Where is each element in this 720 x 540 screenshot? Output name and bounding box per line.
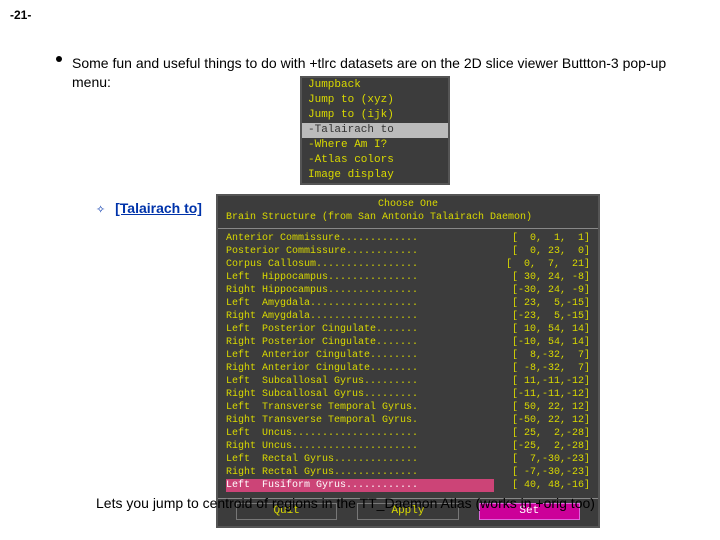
chooser-row-name: Left Amygdala.................. <box>226 297 494 310</box>
sub-bullet: ✧ [Talairach to] <box>96 200 202 216</box>
chooser-row[interactable]: Left Uncus.....................[ 25, 2,-… <box>226 427 590 440</box>
chooser-row-name: Left Hippocampus............... <box>226 271 494 284</box>
chooser-row-coord: [ 10, 54, 14] <box>494 323 590 336</box>
popup-menu-item[interactable]: Jump to (ijk) <box>302 108 448 123</box>
popup-menu: JumpbackJump to (xyz)Jump to (ijk)-Talai… <box>300 76 450 185</box>
popup-menu-item[interactable]: -Atlas colors <box>302 153 448 168</box>
chooser-row[interactable]: Left Subcallosal Gyrus.........[ 11,-11,… <box>226 375 590 388</box>
chooser-row-name: Right Amygdala.................. <box>226 310 494 323</box>
chooser-row-name: Corpus Callosum................. <box>226 258 494 271</box>
after-text: Lets you jump to centroid of regions in … <box>96 494 680 513</box>
chooser-row-coord: [ 0, 7, 21] <box>494 258 590 271</box>
chooser-row-name: Anterior Commissure............. <box>226 232 494 245</box>
chooser-row-name: Left Fusiform Gyrus............ <box>226 479 494 492</box>
chooser-row[interactable]: Left Fusiform Gyrus............[ 40, 48,… <box>226 479 590 492</box>
popup-menu-item[interactable]: -Where Am I? <box>302 138 448 153</box>
chooser-row-name: Left Rectal Gyrus.............. <box>226 453 494 466</box>
chooser-row-coord: [-23, 5,-15] <box>494 310 590 323</box>
chooser-row[interactable]: Left Rectal Gyrus..............[ 7,-30,-… <box>226 453 590 466</box>
chooser-row-name: Left Transverse Temporal Gyrus. <box>226 401 494 414</box>
chooser-row[interactable]: Corpus Callosum.................[ 0, 7, … <box>226 258 590 271</box>
chooser-row-coord: [ 0, 1, 1] <box>494 232 590 245</box>
chooser-row[interactable]: Posterior Commissure............[ 0, 23,… <box>226 245 590 258</box>
chooser-row[interactable]: Right Subcallosal Gyrus.........[-11,-11… <box>226 388 590 401</box>
bullet-icon <box>56 56 62 62</box>
chooser-row[interactable]: Anterior Commissure.............[ 0, 1, … <box>226 232 590 245</box>
chooser-row-coord: [ 23, 5,-15] <box>494 297 590 310</box>
chooser-row[interactable]: Left Amygdala..................[ 23, 5,-… <box>226 297 590 310</box>
chooser-row-coord: [ -8,-32, 7] <box>494 362 590 375</box>
chooser-row-coord: [-25, 2,-28] <box>494 440 590 453</box>
chooser-row-coord: [ 25, 2,-28] <box>494 427 590 440</box>
talairach-to-label: [Talairach to] <box>115 200 202 216</box>
chooser-row-coord: [-10, 54, 14] <box>494 336 590 349</box>
chooser-header: Choose One Brain Structure (from San Ant… <box>218 196 598 229</box>
chooser-row-coord: [ 8,-32, 7] <box>494 349 590 362</box>
chooser-row-name: Right Transverse Temporal Gyrus. <box>226 414 494 427</box>
chooser-row-coord: [-50, 22, 12] <box>494 414 590 427</box>
popup-menu-item[interactable]: Image display <box>302 168 448 183</box>
chooser-row-coord: [-11,-11,-12] <box>494 388 590 401</box>
chooser-row[interactable]: Right Hippocampus...............[-30, 24… <box>226 284 590 297</box>
chooser-row-name: Right Hippocampus............... <box>226 284 494 297</box>
chooser-row-coord: [-30, 24, -9] <box>494 284 590 297</box>
chooser-row[interactable]: Right Uncus.....................[-25, 2,… <box>226 440 590 453</box>
chooser-row-name: Posterior Commissure............ <box>226 245 494 258</box>
popup-menu-item[interactable]: Jump to (xyz) <box>302 93 448 108</box>
chooser-row-coord: [ 30, 24, -8] <box>494 271 590 284</box>
chooser-row-coord: [ -7,-30,-23] <box>494 466 590 479</box>
chooser-row[interactable]: Left Anterior Cingulate........[ 8,-32, … <box>226 349 590 362</box>
chooser-row-name: Right Posterior Cingulate....... <box>226 336 494 349</box>
chooser-row-name: Right Uncus..................... <box>226 440 494 453</box>
chooser-row-name: Left Anterior Cingulate........ <box>226 349 494 362</box>
chooser-row[interactable]: Right Transverse Temporal Gyrus.[-50, 22… <box>226 414 590 427</box>
chooser-row[interactable]: Left Posterior Cingulate.......[ 10, 54,… <box>226 323 590 336</box>
chooser-row-name: Left Uncus..................... <box>226 427 494 440</box>
page-number: -21- <box>10 8 31 22</box>
popup-menu-item[interactable]: -Talairach to <box>302 123 448 138</box>
chooser-row[interactable]: Right Posterior Cingulate.......[-10, 54… <box>226 336 590 349</box>
chooser-row-coord: [ 7,-30,-23] <box>494 453 590 466</box>
chooser-row-name: Left Subcallosal Gyrus......... <box>226 375 494 388</box>
chooser-row[interactable]: Right Rectal Gyrus..............[ -7,-30… <box>226 466 590 479</box>
chooser-title-2: Brain Structure (from San Antonio Talair… <box>226 211 590 224</box>
chooser-row-name: Right Anterior Cingulate........ <box>226 362 494 375</box>
chooser-row-name: Right Subcallosal Gyrus......... <box>226 388 494 401</box>
chooser-row-name: Right Rectal Gyrus.............. <box>226 466 494 479</box>
chooser-window: Choose One Brain Structure (from San Ant… <box>216 194 600 528</box>
diamond-icon: ✧ <box>96 203 105 216</box>
chooser-row[interactable]: Right Amygdala..................[-23, 5,… <box>226 310 590 323</box>
chooser-list: Anterior Commissure.............[ 0, 1, … <box>218 229 598 494</box>
chooser-title-1: Choose One <box>226 198 590 211</box>
chooser-row[interactable]: Left Hippocampus...............[ 30, 24,… <box>226 271 590 284</box>
chooser-row-coord: [ 11,-11,-12] <box>494 375 590 388</box>
chooser-row[interactable]: Right Anterior Cingulate........[ -8,-32… <box>226 362 590 375</box>
chooser-row-coord: [ 50, 22, 12] <box>494 401 590 414</box>
chooser-row-name: Left Posterior Cingulate....... <box>226 323 494 336</box>
chooser-row[interactable]: Left Transverse Temporal Gyrus.[ 50, 22,… <box>226 401 590 414</box>
chooser-row-coord: [ 0, 23, 0] <box>494 245 590 258</box>
chooser-row-coord: [ 40, 48,-16] <box>494 479 590 492</box>
popup-menu-item[interactable]: Jumpback <box>302 78 448 93</box>
